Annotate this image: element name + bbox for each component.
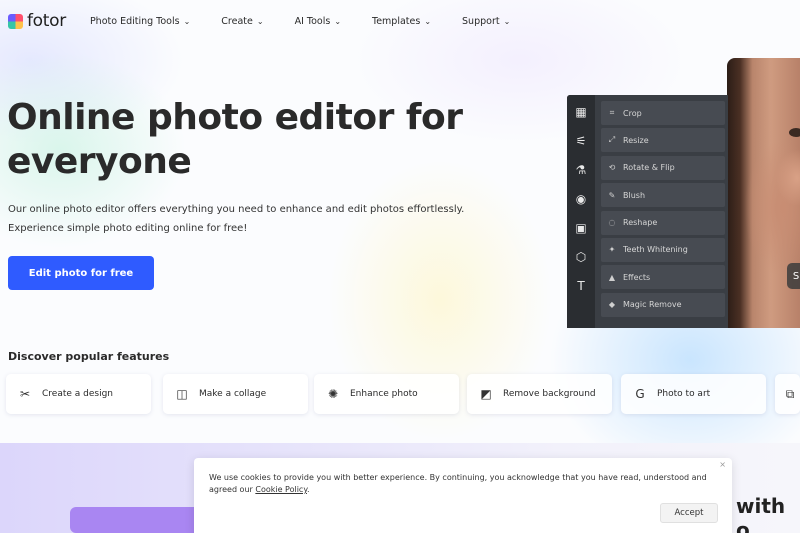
fotor-logo[interactable]: fotor bbox=[8, 11, 66, 31]
photo-badge: S bbox=[787, 263, 800, 289]
reshape-icon: ◌ bbox=[608, 218, 616, 228]
rotate-icon: ⟲ bbox=[608, 163, 616, 173]
feature-photo-to-art[interactable]: G Photo to art bbox=[621, 374, 766, 414]
feature-label: Create a design bbox=[42, 389, 113, 399]
nav-label: Create bbox=[221, 15, 253, 27]
teeth-icon: ✦ bbox=[608, 245, 616, 255]
tool-label: Crop bbox=[623, 108, 642, 118]
shapes-icon[interactable]: ⬡ bbox=[574, 250, 588, 264]
feature-enhance-photo[interactable]: ✺ Enhance photo bbox=[314, 374, 459, 414]
nav-create[interactable]: Create ⌄ bbox=[221, 16, 263, 27]
main-nav: Photo Editing Tools ⌄ Create ⌄ AI Tools … bbox=[90, 16, 510, 27]
editor-toolbar: ▦ ⚟ ⚗ ◉ ▣ ⬡ T bbox=[567, 95, 595, 328]
nav-ai-tools[interactable]: AI Tools ⌄ bbox=[295, 16, 341, 27]
feature-label: Enhance photo bbox=[350, 389, 418, 399]
tool-crop[interactable]: ⌗ Crop bbox=[601, 101, 725, 125]
tool-label: Teeth Whitening bbox=[623, 245, 688, 255]
remove-bg-icon: ◩ bbox=[480, 387, 492, 401]
feature-next-partial[interactable]: ⧉ bbox=[775, 374, 800, 414]
fotor-logo-icon bbox=[8, 13, 23, 29]
crop-icon: ⌗ bbox=[609, 108, 615, 117]
feature-label: Make a collage bbox=[199, 389, 267, 399]
chevron-down-icon: ⌄ bbox=[424, 16, 432, 26]
blush-icon: ✎ bbox=[608, 190, 616, 200]
portrait-photo: S bbox=[727, 58, 800, 328]
feature-create-design[interactable]: ✂ Create a design bbox=[6, 374, 151, 414]
enhance-icon: ✺ bbox=[327, 387, 339, 401]
grid-icon[interactable]: ▦ bbox=[574, 105, 588, 119]
hero-subtitle: Our online photo editor offers everythin… bbox=[8, 200, 528, 238]
tool-label: Reshape bbox=[623, 218, 658, 228]
nav-label: Photo Editing Tools bbox=[89, 15, 180, 27]
hero-subtitle-line2: Experience simple photo editing online f… bbox=[8, 223, 248, 234]
nav-label: Support bbox=[462, 15, 500, 27]
page-title: Online photo editor for everyone bbox=[7, 97, 463, 182]
collage-icon: ◫ bbox=[176, 387, 188, 401]
tool-reshape[interactable]: ◌ Reshape bbox=[601, 210, 725, 235]
feature-make-collage[interactable]: ◫ Make a collage bbox=[163, 374, 308, 414]
tool-rotate-flip[interactable]: ⟲ Rotate & Flip bbox=[601, 155, 725, 180]
chevron-down-icon: ⌄ bbox=[503, 16, 511, 26]
editor-preview-panel: ▦ ⚟ ⚗ ◉ ▣ ⬡ T ⌗ Crop ⤢ Resize ⟲ Rotate &… bbox=[567, 95, 728, 328]
art-icon: G bbox=[635, 387, 645, 401]
eye-icon[interactable]: ◉ bbox=[574, 192, 588, 206]
tool-teeth-whitening[interactable]: ✦ Teeth Whitening bbox=[601, 237, 725, 262]
top-header: fotor Photo Editing Tools ⌄ Create ⌄ AI … bbox=[0, 0, 800, 42]
close-icon[interactable]: × bbox=[719, 460, 726, 469]
nav-support[interactable]: Support ⌄ bbox=[462, 16, 510, 27]
effects-icon: ▲ bbox=[608, 272, 616, 282]
text-icon[interactable]: T bbox=[574, 279, 588, 293]
feature-label: Photo to art bbox=[657, 389, 711, 399]
frame-icon[interactable]: ▣ bbox=[574, 221, 588, 235]
cookie-suffix: . bbox=[306, 485, 310, 494]
flask-icon[interactable]: ⚗ bbox=[574, 163, 588, 177]
feature-icon: ⧉ bbox=[785, 386, 795, 401]
features-row: ✂ Create a design ◫ Make a collage ✺ Enh… bbox=[6, 374, 800, 416]
lower-section-purple-block bbox=[70, 507, 210, 533]
tool-label: Magic Remove bbox=[623, 300, 682, 310]
portrait-eye bbox=[789, 128, 800, 137]
cookie-text: We use cookies to provide you with bette… bbox=[209, 472, 709, 496]
feature-label: Remove background bbox=[503, 389, 596, 399]
resize-icon: ⤢ bbox=[608, 135, 616, 145]
hero-subtitle-line1: Our online photo editor offers everythin… bbox=[8, 204, 465, 215]
logo-text: fotor bbox=[27, 11, 66, 31]
edit-photo-button[interactable]: Edit photo for free bbox=[8, 256, 154, 290]
tool-resize[interactable]: ⤢ Resize bbox=[601, 128, 725, 153]
eraser-icon: ◆ bbox=[608, 300, 616, 310]
tool-label: Blush bbox=[623, 190, 646, 200]
tool-label: Effects bbox=[623, 272, 651, 282]
feature-remove-background[interactable]: ◩ Remove background bbox=[467, 374, 612, 414]
cookie-banner: × We use cookies to provide you with bet… bbox=[194, 458, 732, 533]
chevron-down-icon: ⌄ bbox=[256, 16, 264, 26]
tool-magic-remove[interactable]: ◆ Magic Remove bbox=[601, 292, 725, 317]
chevron-down-icon: ⌄ bbox=[183, 16, 191, 26]
tool-label: Rotate & Flip bbox=[623, 163, 675, 173]
design-icon: ✂ bbox=[19, 387, 31, 401]
nav-label: Templates bbox=[372, 15, 421, 27]
nav-templates[interactable]: Templates ⌄ bbox=[372, 16, 431, 27]
tool-label: Resize bbox=[623, 135, 649, 145]
features-heading: Discover popular features bbox=[8, 350, 170, 363]
tool-blush[interactable]: ✎ Blush bbox=[601, 183, 725, 208]
accept-cookies-button[interactable]: Accept bbox=[660, 503, 718, 523]
cookie-policy-link[interactable]: Cookie Policy bbox=[255, 485, 307, 494]
nav-label: AI Tools bbox=[294, 15, 331, 27]
sliders-icon[interactable]: ⚟ bbox=[574, 134, 588, 148]
lower-section-heading: with o bbox=[736, 494, 786, 533]
tool-effects[interactable]: ▲ Effects bbox=[601, 265, 725, 290]
nav-photo-editing-tools[interactable]: Photo Editing Tools ⌄ bbox=[90, 16, 190, 27]
chevron-down-icon: ⌄ bbox=[334, 16, 342, 26]
editor-tool-list: ⌗ Crop ⤢ Resize ⟲ Rotate & Flip ✎ Blush … bbox=[601, 101, 725, 320]
